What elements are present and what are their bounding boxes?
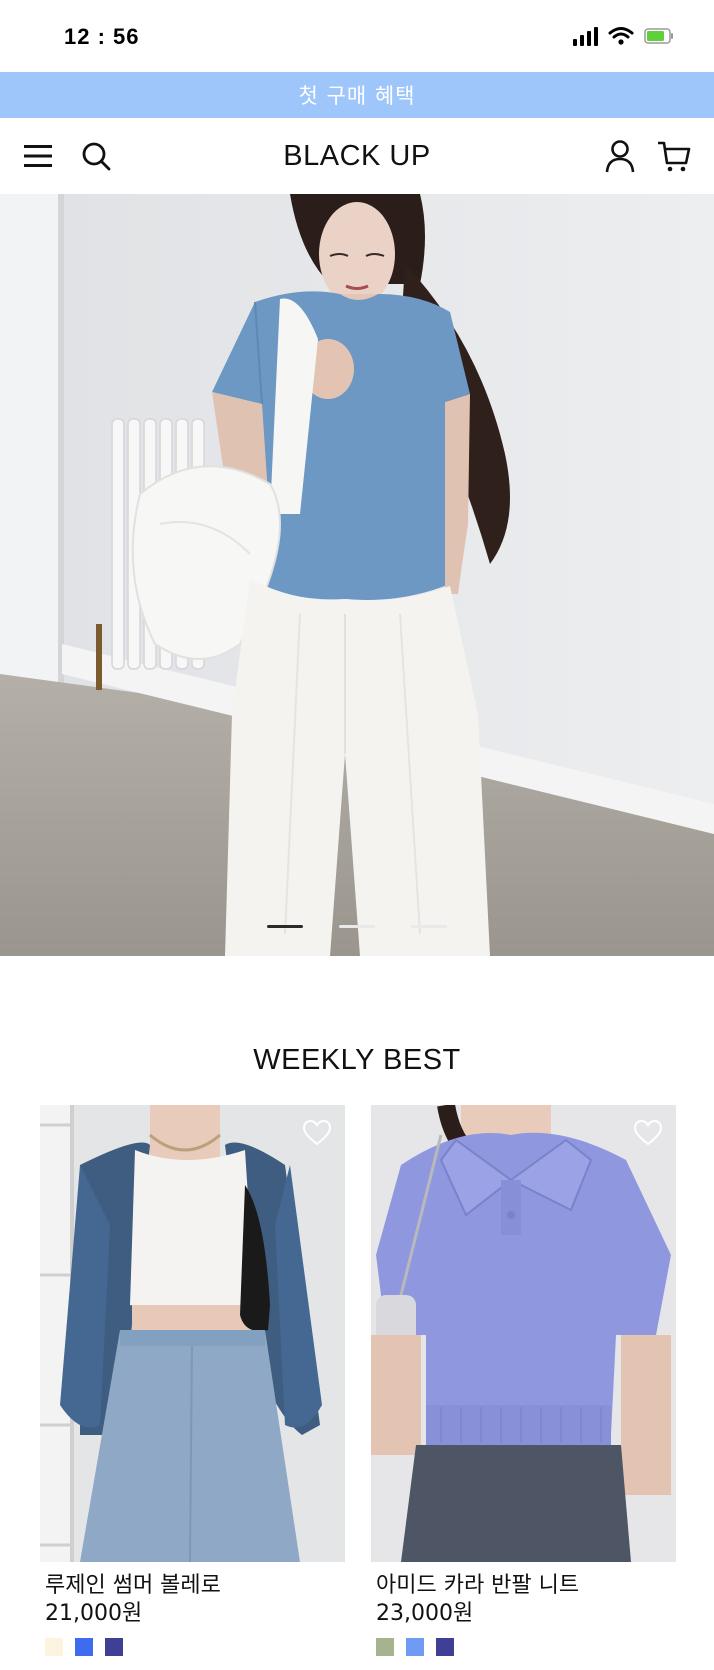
color-swatches xyxy=(376,1638,676,1656)
product-photo xyxy=(371,1105,676,1562)
promo-banner[interactable]: 첫 구매 혜택 xyxy=(0,72,714,118)
cart-icon xyxy=(658,141,691,172)
weekly-best-title: WEEKLY BEST xyxy=(253,1044,461,1076)
heart-icon xyxy=(634,1120,662,1146)
product-photo xyxy=(40,1105,345,1562)
battery-icon xyxy=(644,28,673,44)
product-price: 21,000원 xyxy=(45,1601,143,1626)
heart-icon xyxy=(303,1120,331,1146)
app-header: BLACK UP xyxy=(0,118,714,194)
product-card[interactable]: 루제인 썸머 볼레로 21,000원 xyxy=(40,1105,345,1656)
product-card[interactable]: 아미드 카라 반팔 니트 23,000원 xyxy=(371,1105,676,1656)
wifi-icon xyxy=(608,27,634,45)
status-icons xyxy=(573,26,674,46)
product-name[interactable]: 아미드 카라 반팔 니트 xyxy=(376,1572,676,1600)
color-swatch xyxy=(436,1638,454,1656)
color-swatch xyxy=(45,1638,63,1656)
product-image[interactable] xyxy=(40,1105,345,1562)
color-swatches xyxy=(45,1638,345,1656)
hero-dot-3[interactable] xyxy=(411,925,447,928)
color-swatch xyxy=(406,1638,424,1656)
product-price: 23,000원 xyxy=(376,1601,474,1626)
cart-button[interactable] xyxy=(652,134,696,178)
hero-banner[interactable] xyxy=(0,194,714,956)
status-time: 12 : 56 xyxy=(64,24,140,49)
promo-text: 첫 구매 혜택 xyxy=(298,84,416,108)
cellular-signal-icon xyxy=(573,26,598,46)
user-icon xyxy=(605,140,635,173)
product-name[interactable]: 루제인 썸머 볼레로 xyxy=(45,1572,345,1600)
hero-image xyxy=(0,194,714,956)
color-swatch xyxy=(75,1638,93,1656)
wishlist-button[interactable] xyxy=(299,1115,335,1151)
wishlist-button[interactable] xyxy=(630,1115,666,1151)
hero-dot-1[interactable] xyxy=(267,925,303,928)
account-button[interactable] xyxy=(598,134,642,178)
color-swatch xyxy=(105,1638,123,1656)
hero-pagination xyxy=(0,925,714,928)
color-swatch xyxy=(376,1638,394,1656)
status-bar: 12 : 56 xyxy=(0,0,714,72)
hero-dot-2[interactable] xyxy=(339,925,375,928)
product-image[interactable] xyxy=(371,1105,676,1562)
